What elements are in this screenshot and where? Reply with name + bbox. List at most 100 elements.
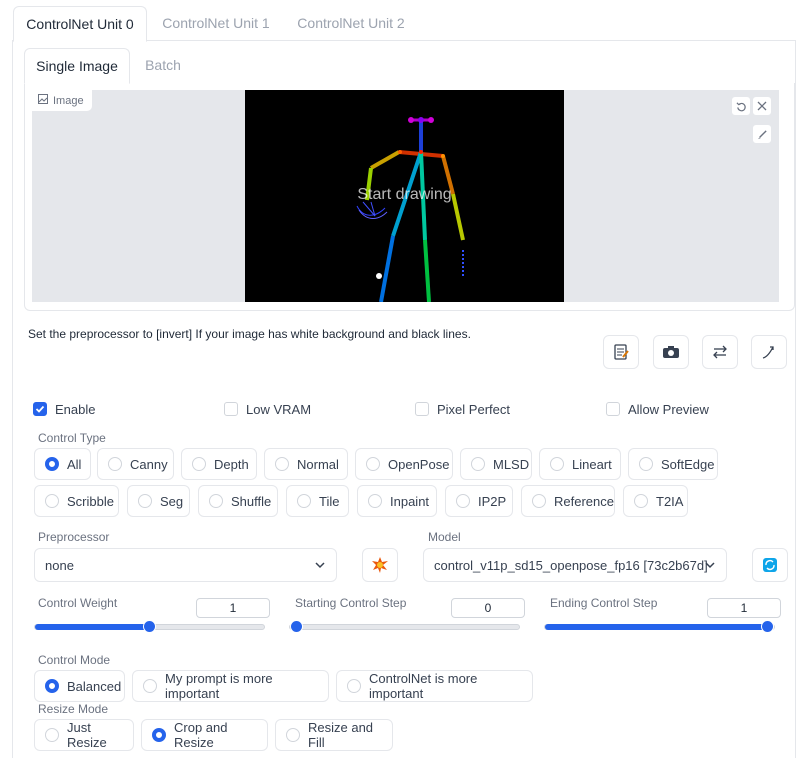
control-type-reference[interactable]: Reference	[521, 485, 615, 517]
option-label: Resize and Fill	[308, 720, 374, 750]
radio-dot	[550, 457, 564, 471]
control-mode-label: Control Mode	[38, 653, 111, 667]
option-label: Depth	[214, 456, 249, 472]
control-mode-prompt-important[interactable]: My prompt is more important	[132, 670, 329, 702]
option-label: My prompt is more important	[165, 671, 273, 701]
chevron-down-icon	[315, 562, 325, 569]
control-weight-slider[interactable]	[34, 620, 265, 633]
slider-thumb[interactable]	[143, 620, 156, 633]
radio-dot	[143, 679, 157, 693]
radio-dot	[192, 457, 206, 471]
low-vram-label: Low VRAM	[246, 401, 312, 417]
option-label: Normal	[297, 456, 339, 472]
checkmark-icon	[33, 402, 47, 416]
control-type-ip2p[interactable]: IP2P	[445, 485, 513, 517]
radio-dot	[532, 494, 546, 508]
run-preprocessor-icon[interactable]	[362, 548, 398, 582]
control-mode-controlnet-important[interactable]: ControlNet is more important	[336, 670, 533, 702]
control-type-inpaint[interactable]: Inpaint	[357, 485, 437, 517]
checkbox-box	[415, 402, 429, 416]
control-type-softedge[interactable]: SoftEdge	[628, 448, 718, 480]
low-vram-checkbox[interactable]: Low VRAM	[224, 400, 311, 418]
preprocessor-value: none	[45, 557, 74, 573]
image-icon	[38, 90, 48, 112]
control-type-shuffle[interactable]: Shuffle	[198, 485, 278, 517]
control-type-t2ia[interactable]: T2IA	[623, 485, 688, 517]
option-label: IP2P	[478, 493, 507, 509]
control-type-openpose[interactable]: OpenPose	[355, 448, 453, 480]
image-label: Image	[32, 90, 93, 112]
radio-dot	[45, 494, 59, 508]
option-label: Scribble	[67, 493, 114, 509]
option-label: MLSD	[493, 456, 530, 472]
option-label: Tile	[319, 493, 340, 509]
tab-controlnet-unit-1[interactable]: ControlNet Unit 1	[150, 6, 282, 42]
model-label: Model	[428, 530, 461, 544]
pixel-perfect-checkbox[interactable]: Pixel Perfect	[415, 400, 510, 418]
unit-tab-bar: ControlNet Unit 0 ControlNet Unit 1 Cont…	[0, 0, 800, 42]
option-label: Seg	[160, 493, 184, 509]
resize-mode-resize-and-fill[interactable]: Resize and Fill	[275, 719, 393, 751]
radio-dot	[368, 494, 382, 508]
option-label: Just Resize	[67, 720, 107, 750]
tab-single-image[interactable]: Single Image	[24, 48, 130, 84]
model-select[interactable]: control_v11p_sd15_openpose_fp16 [73c2b67…	[423, 548, 727, 582]
option-label: Reference	[554, 493, 614, 509]
radio-dot	[138, 494, 152, 508]
swap-icon[interactable]	[702, 335, 738, 369]
brush-icon[interactable]	[752, 124, 772, 144]
undo-icon[interactable]	[731, 96, 751, 116]
camera-icon[interactable]	[653, 335, 689, 369]
radio-dot	[347, 679, 361, 693]
notepad-icon[interactable]	[603, 335, 639, 369]
allow-preview-label: Allow Preview	[628, 401, 709, 417]
pose-canvas[interactable]: Start drawing	[245, 90, 564, 302]
control-type-lineart[interactable]: Lineart	[539, 448, 621, 480]
ending-step-input[interactable]: 1	[707, 598, 781, 618]
control-mode-balanced[interactable]: Balanced	[34, 670, 125, 702]
starting-step-slider[interactable]	[289, 620, 520, 633]
control-type-seg[interactable]: Seg	[127, 485, 190, 517]
control-type-tile[interactable]: Tile	[286, 485, 349, 517]
ending-step-label: Ending Control Step	[550, 596, 658, 610]
radio-dot	[152, 728, 166, 742]
preprocessor-select[interactable]: none	[34, 548, 337, 582]
tab-controlnet-unit-0[interactable]: ControlNet Unit 0	[13, 6, 147, 42]
enable-label: Enable	[55, 401, 96, 417]
control-type-all[interactable]: All	[34, 448, 91, 480]
start-drawing-overlay: Start drawing	[357, 186, 452, 203]
enable-checkbox[interactable]: Enable	[33, 400, 95, 418]
radio-dot	[297, 494, 311, 508]
allow-preview-checkbox[interactable]: Allow Preview	[606, 400, 709, 418]
slider-thumb[interactable]	[761, 620, 774, 633]
option-label: Shuffle	[231, 493, 272, 509]
radio-dot	[456, 494, 470, 508]
control-type-mlsd[interactable]: MLSD	[460, 448, 532, 480]
control-type-canny[interactable]: Canny	[97, 448, 174, 480]
slider-thumb[interactable]	[290, 620, 303, 633]
control-type-depth[interactable]: Depth	[181, 448, 257, 480]
option-label: T2IA	[656, 493, 684, 509]
tab-batch[interactable]: Batch	[132, 48, 194, 84]
option-label: Canny	[130, 456, 168, 472]
control-type-label: Control Type	[38, 431, 106, 445]
image-label-text: Image	[53, 94, 84, 107]
option-label: Lineart	[572, 456, 612, 472]
refresh-models-icon[interactable]	[752, 548, 788, 582]
option-label: Inpaint	[390, 493, 430, 509]
control-type-normal[interactable]: Normal	[264, 448, 348, 480]
close-icon[interactable]	[752, 96, 772, 116]
ending-step-slider[interactable]	[544, 620, 775, 633]
send-dimensions-icon[interactable]	[751, 335, 787, 369]
checkbox-box	[224, 402, 238, 416]
radio-dot	[634, 494, 648, 508]
control-type-scribble[interactable]: Scribble	[34, 485, 119, 517]
radio-dot	[45, 457, 59, 471]
control-weight-input[interactable]: 1	[196, 598, 270, 618]
tab-controlnet-unit-2[interactable]: ControlNet Unit 2	[285, 6, 417, 42]
option-label: OpenPose	[388, 456, 450, 472]
starting-step-input[interactable]: 0	[451, 598, 525, 618]
resize-mode-just-resize[interactable]: Just Resize	[34, 719, 134, 751]
resize-mode-crop-and-resize[interactable]: Crop and Resize	[141, 719, 268, 751]
radio-dot	[286, 728, 300, 742]
